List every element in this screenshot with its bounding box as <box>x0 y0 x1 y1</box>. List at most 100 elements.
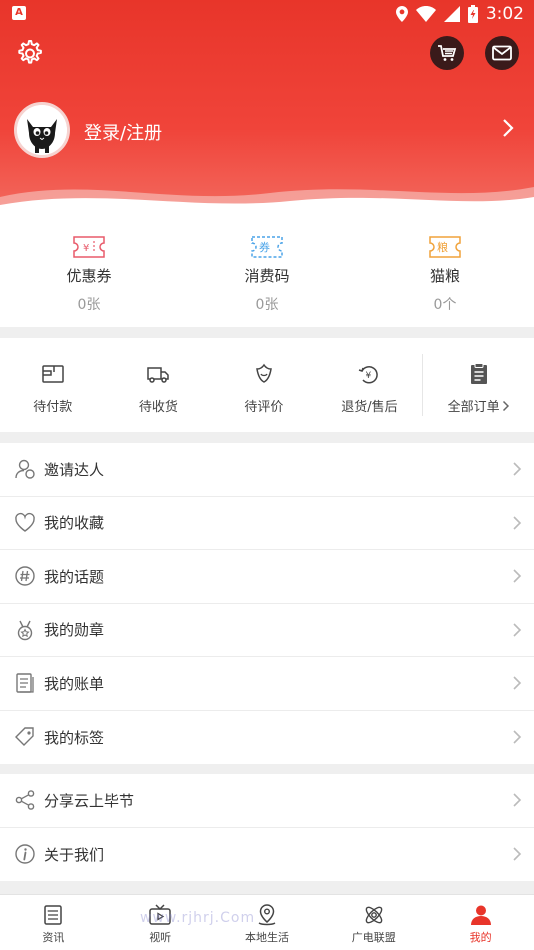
order-pending-payment[interactable]: 待付款 <box>0 338 106 432</box>
tab-label: 我的 <box>469 931 492 944</box>
wallet-icon <box>42 365 64 383</box>
heart-icon <box>15 512 35 532</box>
chevron-right-icon <box>513 847 522 861</box>
mail-icon <box>492 45 512 61</box>
menu-share[interactable]: 分享云上毕节 <box>0 774 534 828</box>
chevron-right-icon <box>513 462 522 476</box>
cat-food-item[interactable]: 粮 猫粮 0个 <box>356 213 534 327</box>
order-pending-receipt[interactable]: 待收货 <box>106 338 212 432</box>
chevron-right-icon <box>502 400 509 411</box>
chevron-right-icon[interactable] <box>502 118 514 138</box>
svg-text:¥: ¥ <box>83 243 89 254</box>
user-icon <box>470 905 491 925</box>
chevron-right-icon <box>513 730 522 744</box>
header-wave <box>0 187 534 215</box>
clipboard-icon <box>470 363 487 384</box>
menu-topics[interactable]: 我的话题 <box>0 550 534 604</box>
menu-favorites[interactable]: 我的收藏 <box>0 497 534 550</box>
voucher-title: 消费码 <box>244 267 290 285</box>
chevron-right-icon <box>513 516 522 530</box>
menu-label: 关于我们 <box>44 845 105 864</box>
chevron-right-icon <box>513 569 522 583</box>
menu-label: 分享云上毕节 <box>44 791 135 810</box>
status-bar: A 3:02 <box>0 0 534 28</box>
menu-invite[interactable]: 邀请达人 <box>0 443 534 497</box>
tab-news[interactable]: 资讯 <box>0 895 107 950</box>
tag-icon <box>15 727 34 747</box>
order-label: 全部订单 <box>447 400 500 415</box>
wifi-icon <box>415 6 436 22</box>
svg-text:券: 券 <box>259 240 270 254</box>
news-icon <box>44 905 63 925</box>
svg-text:¥: ¥ <box>366 371 372 381</box>
tab-label: 视听 <box>149 931 172 944</box>
tv-icon <box>149 904 171 925</box>
shopping-cart-icon <box>438 45 457 61</box>
tab-label: 资讯 <box>42 931 65 944</box>
order-label: 待收货 <box>138 400 178 415</box>
order-label: 待付款 <box>33 400 73 415</box>
tab-alliance[interactable]: 广电联盟 <box>320 895 427 950</box>
tab-label: 本地生活 <box>244 931 289 944</box>
chevron-right-icon <box>513 676 522 690</box>
voucher-icon: 券 <box>251 236 283 258</box>
voucher-item[interactable]: 券 消费码 0张 <box>178 213 356 327</box>
order-all[interactable]: 全部订单 <box>422 354 534 416</box>
refund-icon: ¥ <box>359 366 379 384</box>
bottom-tab-bar: 资讯 视听 本地生活 广电联盟 我的 <box>0 894 534 950</box>
wallet-summary: ¥ 优惠券 0张 券 消费码 0张 粮 猫粮 0个 <box>0 213 534 327</box>
menu-label: 我的收藏 <box>44 514 105 533</box>
menu-label: 我的勋章 <box>44 621 105 640</box>
menu-label: 我的标签 <box>44 728 105 747</box>
login-register-link[interactable]: 登录/注册 <box>84 119 162 145</box>
cat-avatar-icon <box>17 105 67 155</box>
menu-group-secondary: 分享云上毕节 关于我们 <box>0 774 534 881</box>
tab-av[interactable]: 视听 <box>107 895 214 950</box>
location-status-icon <box>395 6 408 22</box>
settings-gear-icon[interactable] <box>14 38 44 68</box>
tab-label: 广电联盟 <box>351 931 396 944</box>
menu-bills[interactable]: 我的账单 <box>0 657 534 711</box>
message-button[interactable] <box>485 36 519 70</box>
menu-medals[interactable]: 我的勋章 <box>0 604 534 657</box>
medal-icon <box>17 620 33 640</box>
cart-button[interactable] <box>430 36 464 70</box>
order-pending-review[interactable]: 待评价 <box>211 338 317 432</box>
menu-label: 我的账单 <box>44 674 105 693</box>
atom-icon <box>365 906 383 924</box>
order-refund[interactable]: ¥ 退货/售后 <box>317 338 423 432</box>
info-icon <box>15 844 35 864</box>
chevron-right-icon <box>513 793 522 807</box>
location-icon <box>258 904 276 926</box>
coupon-count: 0张 <box>77 297 101 313</box>
order-label: 待评价 <box>244 400 284 415</box>
app-indicator-icon: A <box>12 6 26 20</box>
battery-icon <box>467 5 478 23</box>
avatar[interactable] <box>14 102 70 158</box>
svg-text:粮: 粮 <box>437 240 448 254</box>
bill-icon <box>16 673 34 693</box>
profile-header <box>0 0 534 215</box>
menu-group-main: 邀请达人 我的收藏 我的话题 我的勋章 我的账单 我的标签 <box>0 443 534 764</box>
tab-mine[interactable]: 我的 <box>427 895 534 950</box>
invite-user-icon <box>15 460 35 479</box>
truck-icon <box>147 367 170 383</box>
coupon-icon: ¥ <box>73 236 105 258</box>
order-shortcuts: 待付款 待收货 待评价 ¥ 退货/售后 全部订单 <box>0 338 534 432</box>
order-label: 退货/售后 <box>341 400 398 415</box>
voucher-count: 0张 <box>255 297 279 313</box>
coupon-item[interactable]: ¥ 优惠券 0张 <box>0 213 178 327</box>
menu-tags[interactable]: 我的标签 <box>0 711 534 765</box>
signal-icon <box>443 6 460 22</box>
menu-label: 我的话题 <box>44 567 105 586</box>
hashtag-icon <box>15 566 35 586</box>
tab-local-life[interactable]: 本地生活 <box>214 895 321 950</box>
menu-about[interactable]: 关于我们 <box>0 828 534 882</box>
share-icon <box>15 790 35 811</box>
cat-food-icon: 粮 <box>429 236 461 258</box>
cat-food-count: 0个 <box>433 297 457 313</box>
cat-food-title: 猫粮 <box>429 267 460 285</box>
chevron-right-icon <box>513 623 522 637</box>
menu-label: 邀请达人 <box>44 460 105 479</box>
review-icon <box>255 363 272 383</box>
